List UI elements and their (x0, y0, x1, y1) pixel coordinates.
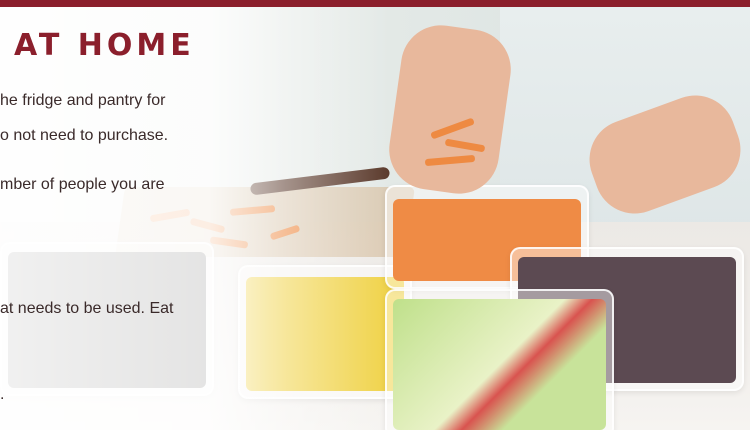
section-heading: AT HOME (14, 28, 195, 63)
body-text-line: he fridge and pantry for (0, 92, 166, 109)
text-fade-overlay (0, 7, 750, 430)
top-accent-bar (0, 0, 750, 7)
body-text-line: . (0, 386, 5, 403)
body-text-line: mber of people you are (0, 176, 165, 193)
body-text-line: o not need to purchase. (0, 127, 169, 144)
body-text-line: at needs to be used. Eat (0, 300, 174, 317)
